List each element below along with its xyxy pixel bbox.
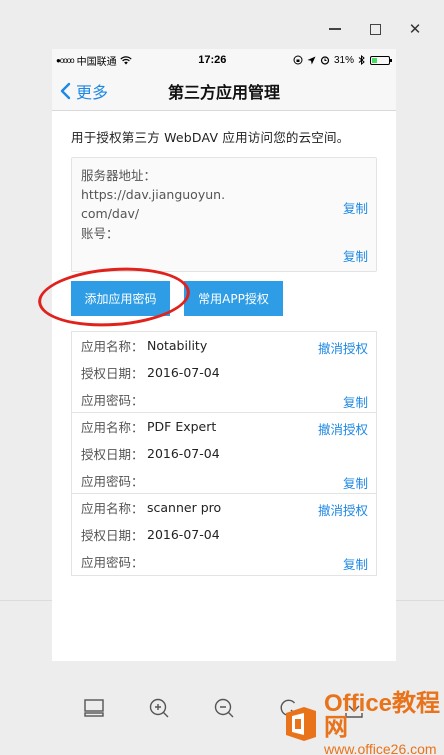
intro-text: 用于授权第三方 WebDAV 应用访问您的云空间。 [71, 130, 350, 145]
copy-address-button[interactable]: 复制 [343, 198, 368, 217]
nav-bar: 更多 第三方应用管理 [52, 71, 396, 111]
copy-password-button[interactable]: 复制 [343, 473, 368, 492]
app-name-label: 应用名称： [81, 339, 144, 354]
app-name: scanner pro [147, 500, 222, 515]
zoom-out-button[interactable] [212, 696, 236, 720]
battery-percent: 31% [333, 54, 354, 66]
back-label: 更多 [76, 83, 109, 102]
app-name-label: 应用名称： [81, 501, 144, 516]
app-window: ✕ ●oooo 中国联通 17:26 31% 更多 第三方应用管理 用于授权第三… [0, 0, 444, 755]
server-info-box: 服务器地址： https://dav.jianguoyun.com/dav/ 复… [71, 157, 377, 272]
app-name: Notability [147, 338, 208, 353]
list-item: 应用名称： scanner pro 授权日期： 2016-07-04 应用密码： 撤… [72, 494, 376, 575]
divider [396, 600, 444, 601]
zoom-out-icon [214, 698, 234, 718]
chevron-left-icon [60, 82, 71, 100]
list-item: 应用名称： PDF Expert 授权日期： 2016-07-04 应用密码： 撤消… [72, 413, 376, 494]
app-name: PDF Expert [147, 419, 217, 434]
carrier-label: 中国联通 [76, 56, 117, 68]
auth-date-label: 授权日期： [81, 528, 144, 543]
server-address-label: 服务器地址： [81, 168, 157, 183]
divider [0, 600, 52, 601]
maximize-icon [369, 23, 381, 35]
revoke-button[interactable]: 撤消授权 [318, 338, 368, 357]
revoke-button[interactable]: 撤消授权 [318, 500, 368, 519]
main-content: 用于授权第三方 WebDAV 应用访问您的云空间。 服务器地址： https:/… [52, 111, 396, 576]
close-button[interactable]: ✕ [408, 20, 422, 38]
maximize-button[interactable] [368, 22, 382, 36]
auth-date-label: 授权日期： [81, 366, 144, 381]
auth-date: 2016-07-04 [147, 365, 220, 380]
signal-icon: ●oooo [56, 55, 75, 65]
auth-date-label: 授权日期： [81, 447, 144, 462]
lock-rotation-icon [293, 55, 303, 65]
zoom-in-icon [149, 698, 169, 718]
action-buttons: 添加应用密码 常用APP授权 [71, 281, 377, 316]
status-time: 17:26 [198, 54, 227, 66]
alarm-icon [320, 56, 330, 65]
auth-date: 2016-07-04 [147, 446, 220, 461]
battery-icon [369, 55, 392, 65]
app-password-label: 应用密码： [81, 393, 144, 408]
layout-icon [84, 699, 105, 717]
wifi-icon [120, 55, 132, 64]
list-item: 应用名称： Notability 授权日期： 2016-07-04 应用密码： 撤消… [72, 332, 376, 413]
copy-password-button[interactable]: 复制 [343, 392, 368, 411]
server-address-value: https://dav.jianguoyun.com/dav/ [81, 187, 226, 221]
window-controls: ✕ [328, 20, 422, 38]
authorized-app-list: 应用名称： Notability 授权日期： 2016-07-04 应用密码： 撤消… [71, 331, 377, 576]
layout-button[interactable] [82, 696, 106, 720]
phone-screen: ●oooo 中国联通 17:26 31% 更多 第三方应用管理 用于授权第三方 … [52, 49, 396, 661]
watermark-subtitle: www.office26.com [324, 741, 437, 755]
back-button[interactable]: 更多 [58, 71, 108, 111]
common-app-auth-button[interactable]: 常用APP授权 [184, 281, 283, 316]
add-app-password-button[interactable]: 添加应用密码 [71, 281, 170, 316]
revoke-button[interactable]: 撤消授权 [318, 419, 368, 438]
app-password-label: 应用密码： [81, 474, 144, 489]
copy-account-button[interactable]: 复制 [343, 246, 368, 265]
watermark-title: Office教程网 [324, 690, 441, 741]
close-icon: ✕ [408, 20, 422, 38]
minimize-button[interactable] [328, 22, 342, 36]
watermark: Office教程网 www.office26.com [282, 692, 440, 755]
page-title: 第三方应用管理 [167, 82, 280, 102]
bluetooth-icon [358, 55, 365, 65]
minimize-icon [329, 28, 341, 30]
auth-date: 2016-07-04 [147, 527, 220, 542]
location-icon [307, 56, 316, 64]
copy-password-button[interactable]: 复制 [343, 554, 368, 573]
office-logo-icon [282, 705, 320, 743]
battery-fill [371, 57, 377, 63]
app-password-label: 应用密码： [81, 555, 144, 570]
app-name-label: 应用名称： [81, 420, 144, 435]
status-bar: ●oooo 中国联通 17:26 31% [52, 49, 396, 71]
account-label: 账号： [81, 226, 119, 241]
zoom-in-button[interactable] [147, 696, 171, 720]
